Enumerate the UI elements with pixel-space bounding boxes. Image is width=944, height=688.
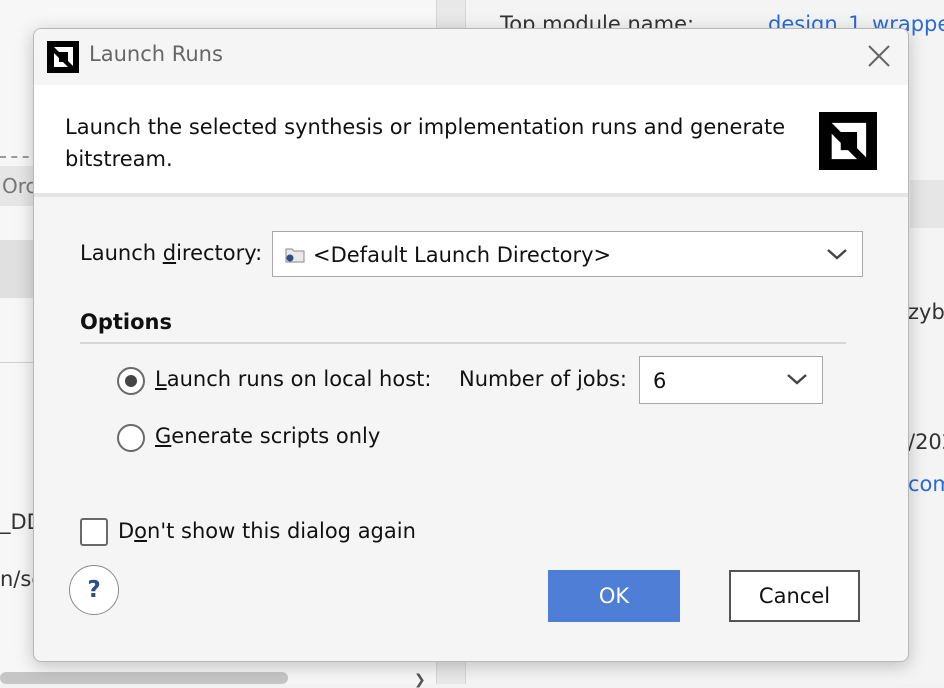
- amd-logo-icon: [819, 112, 877, 170]
- scroll-right-arrow-icon[interactable]: ❯: [414, 672, 426, 688]
- background-right-band: [910, 180, 944, 228]
- dialog-titlebar[interactable]: Launch Runs: [34, 29, 908, 85]
- number-of-jobs-label: Number of jobs:: [459, 367, 627, 391]
- number-of-jobs-dropdown[interactable]: 6: [639, 356, 823, 404]
- radio-selected-dot: [125, 375, 137, 387]
- local-host-radio-label[interactable]: Launch runs on local host:: [155, 367, 431, 391]
- cancel-button[interactable]: Cancel: [729, 570, 860, 622]
- launch-directory-value: <Default Launch Directory>: [313, 243, 612, 267]
- background-tab-label: Orc: [2, 174, 37, 198]
- folder-icon: [285, 246, 305, 264]
- chevron-down-icon: [786, 371, 808, 387]
- launch-runs-dialog: Launch Runs Launch the selected synthesi…: [33, 28, 909, 662]
- number-of-jobs-value: 6: [653, 369, 667, 393]
- background-text-fragment: zybo: [908, 300, 944, 324]
- options-section-title: Options: [80, 310, 172, 334]
- scripts-only-radio-label[interactable]: Generate scripts only: [155, 424, 380, 448]
- launch-directory-dropdown[interactable]: <Default Launch Directory>: [272, 231, 863, 277]
- chevron-down-icon: [826, 246, 848, 262]
- background-text-fragment: /202: [908, 430, 944, 454]
- dont-show-again-label[interactable]: Don't show this dialog again: [118, 519, 416, 543]
- background-scrollbar[interactable]: [0, 672, 288, 684]
- local-host-radio[interactable]: [117, 367, 145, 395]
- ok-button[interactable]: OK: [548, 570, 680, 622]
- close-icon: [868, 45, 890, 67]
- dialog-header: Launch the selected synthesis or impleme…: [34, 85, 908, 197]
- help-button[interactable]: ?: [69, 565, 119, 615]
- close-button[interactable]: [864, 41, 894, 71]
- launch-directory-label: Launch directory:: [80, 241, 263, 265]
- dialog-title: Launch Runs: [89, 42, 223, 66]
- options-divider: [80, 342, 846, 344]
- scripts-only-radio[interactable]: [117, 424, 145, 452]
- amd-logo-icon: [47, 41, 79, 73]
- dont-show-again-checkbox[interactable]: [80, 518, 108, 546]
- background-link-fragment[interactable]: com: [908, 472, 944, 496]
- dialog-description: Launch the selected synthesis or impleme…: [65, 115, 786, 171]
